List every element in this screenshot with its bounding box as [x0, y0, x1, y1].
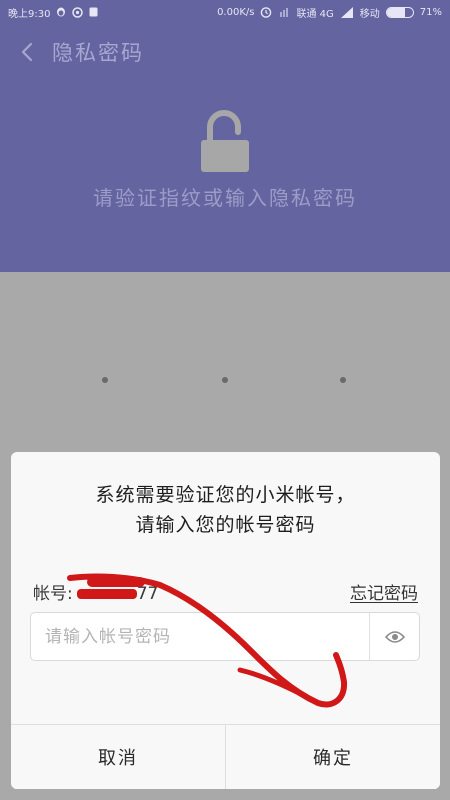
forgot-password-link[interactable]: 忘记密码	[350, 579, 418, 604]
password-field	[30, 612, 420, 661]
network-speed: 0.00K/s	[217, 6, 255, 18]
eye-icon[interactable]	[370, 613, 419, 660]
dialog-message: 系统需要验证您的小米帐号， 请输入您的帐号密码	[11, 480, 440, 540]
dialog-buttons: 取消 确定	[11, 724, 440, 789]
account-suffix: 77	[136, 583, 159, 604]
battery-icon	[385, 6, 414, 18]
storage-icon	[89, 7, 98, 17]
dialog-message-line-2: 请输入您的帐号密码	[135, 514, 316, 536]
status-time: 晚上9:30	[8, 8, 51, 20]
alarm-icon	[260, 6, 272, 18]
status-bar: 晚上9:30 0.00K/s 联通 4G 移动 71%	[0, 0, 450, 24]
password-input[interactable]	[31, 613, 369, 660]
confirm-button[interactable]: 确定	[226, 725, 440, 789]
page-title: 隐私密码	[52, 41, 144, 65]
signal-icon	[340, 6, 354, 18]
chevron-left-icon[interactable]	[20, 42, 34, 62]
title-bar: 隐私密码	[0, 30, 450, 74]
account-row: 帐号: 77 忘记密码	[33, 578, 418, 604]
account-label: 帐号: 77	[33, 579, 158, 604]
fingerprint-prompt: 请验证指纹或输入隐私密码	[93, 186, 357, 210]
dialog-message-line-1: 系统需要验证您的小米帐号，	[95, 484, 356, 506]
redacted-account	[76, 588, 137, 599]
account-verify-dialog: 系统需要验证您的小米帐号， 请输入您的帐号密码 帐号: 77 忘记密码 取消 确定	[11, 452, 440, 789]
qq-icon	[56, 7, 66, 18]
account-label-text: 帐号:	[33, 583, 73, 604]
header-area: 晚上9:30 0.00K/s 联通 4G 移动 71% 隐私密码 请验证指纹或输…	[0, 0, 450, 272]
signal-off-icon	[278, 7, 290, 18]
pin-dot	[340, 377, 346, 383]
unlock-icon	[198, 110, 252, 174]
battery-percent: 71%	[419, 6, 442, 18]
pin-dot	[102, 377, 108, 383]
carrier-2: 移动	[359, 8, 380, 20]
pin-dot	[222, 377, 228, 383]
weibo-icon	[72, 6, 84, 18]
cancel-button[interactable]: 取消	[11, 725, 225, 789]
battery-fill	[386, 7, 406, 17]
carrier-1: 联通 4G	[296, 8, 334, 20]
